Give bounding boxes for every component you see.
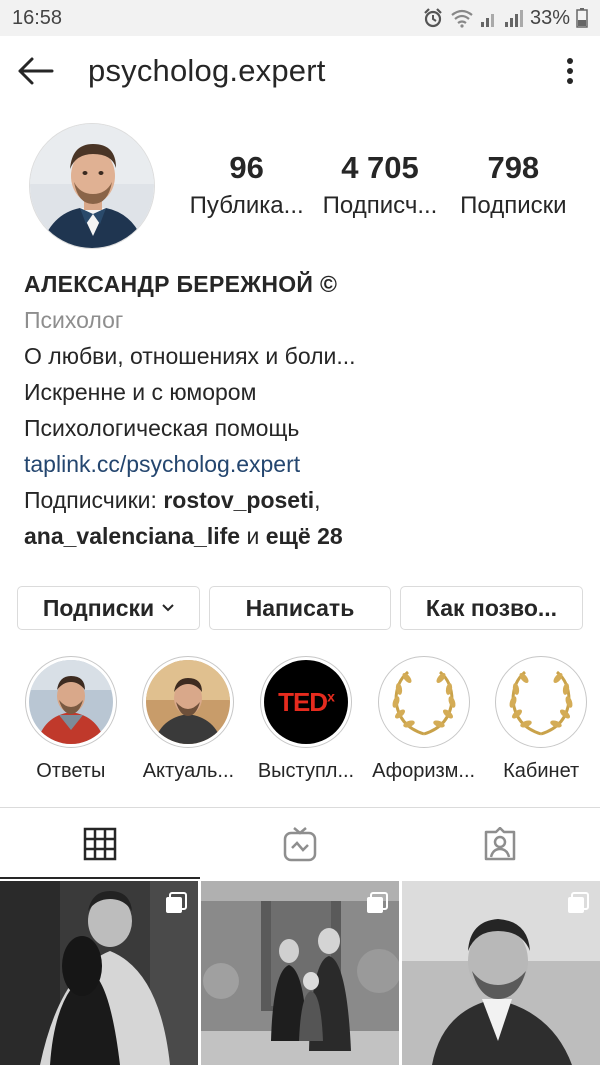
message-button-label: Написать bbox=[245, 594, 355, 621]
header-username: psycholog.expert bbox=[88, 53, 326, 88]
profile-header: psycholog.expert bbox=[0, 36, 600, 106]
highlight-ring: TEDx bbox=[259, 656, 352, 748]
highlight-label: Выступл... bbox=[257, 760, 355, 782]
highlight-ring bbox=[495, 656, 588, 748]
back-arrow-icon bbox=[18, 57, 54, 85]
battery-icon bbox=[576, 8, 588, 28]
post-thumbnail[interactable] bbox=[402, 881, 600, 1065]
alarm-icon bbox=[424, 8, 442, 28]
more-vertical-icon bbox=[567, 58, 573, 84]
stat-following-count: 798 bbox=[487, 150, 540, 185]
highlight-cover bbox=[381, 660, 466, 744]
back-button[interactable] bbox=[0, 36, 70, 106]
message-button[interactable]: Написать bbox=[209, 586, 391, 630]
profile-actions: Подписки Написать Как позво... bbox=[17, 586, 583, 630]
stat-followers-count: 4 705 bbox=[341, 150, 419, 185]
profile-stats: 96 Публика... 4 705 Подписч... 798 Подпи… bbox=[180, 148, 580, 224]
story-highlights: Ответы Актуаль... TEDx Выступл... Афориз… bbox=[12, 656, 600, 783]
followed-by-prefix: Подписчики: bbox=[24, 487, 164, 513]
avatar-photo bbox=[30, 124, 154, 248]
wifi-icon bbox=[451, 9, 473, 28]
bio-line: О любви, отношениях и боли... bbox=[24, 343, 356, 369]
post-thumbnail[interactable] bbox=[201, 881, 399, 1065]
followed-by-separator: , bbox=[314, 487, 321, 513]
stat-following-label: Подписки bbox=[460, 192, 567, 219]
profile-full-name: АЛЕКСАНДР БЕРЕЖНОЙ © bbox=[24, 271, 338, 297]
tagged-icon bbox=[484, 826, 516, 860]
status-time: 16:58 bbox=[12, 6, 63, 29]
highlight-item[interactable]: Афоризм... bbox=[365, 656, 483, 783]
highlight-cover bbox=[146, 660, 231, 744]
tab-tagged[interactable] bbox=[400, 808, 600, 879]
highlight-label: Актуаль... bbox=[142, 760, 235, 782]
highlight-ring bbox=[377, 656, 470, 748]
multiple-photos-icon bbox=[166, 892, 187, 913]
contact-button[interactable]: Как позво... bbox=[400, 586, 583, 630]
stat-followers[interactable]: 4 705 Подписч... bbox=[313, 148, 446, 224]
tab-posts-grid[interactable] bbox=[0, 808, 200, 879]
highlight-cover bbox=[28, 660, 113, 744]
contact-button-label: Как позво... bbox=[425, 594, 558, 621]
more-options-button[interactable] bbox=[540, 36, 600, 106]
profile-avatar[interactable] bbox=[29, 123, 155, 249]
chevron-down-icon bbox=[162, 604, 174, 612]
signal-icon bbox=[480, 14, 494, 27]
igtv-icon bbox=[283, 826, 317, 861]
profile-category: Психолог bbox=[24, 307, 124, 333]
followed-by-and: и bbox=[240, 523, 266, 549]
following-button[interactable]: Подписки bbox=[17, 586, 200, 630]
multiple-photos-icon bbox=[568, 892, 589, 913]
highlight-item[interactable]: Актуаль... bbox=[130, 656, 248, 783]
bio-website-link[interactable]: taplink.cc/psycholog.expert bbox=[24, 446, 584, 482]
grid-icon bbox=[83, 827, 117, 860]
bio-line: Искренне и с юмором bbox=[24, 379, 257, 405]
highlight-label: Кабинет bbox=[503, 760, 580, 782]
highlight-ring bbox=[24, 656, 117, 748]
battery-percent: 33% bbox=[529, 6, 570, 29]
stat-posts[interactable]: 96 Публика... bbox=[180, 148, 313, 224]
highlight-item[interactable]: Ответы bbox=[12, 656, 130, 783]
followed-by-more: ещё 28 bbox=[265, 523, 343, 549]
highlight-label: Афоризм... bbox=[372, 760, 476, 782]
ted-logo: TEDx bbox=[278, 686, 335, 717]
followed-by-user: rostov_poseti bbox=[163, 487, 315, 513]
highlight-label: Ответы bbox=[36, 760, 106, 782]
laurel-wreath-icon bbox=[392, 670, 456, 736]
highlight-ring bbox=[142, 656, 235, 748]
multiple-photos-icon bbox=[367, 892, 388, 913]
followed-by[interactable]: Подписчики: rostov_poseti, ana_valenciana… bbox=[24, 482, 584, 554]
stat-posts-label: Публика... bbox=[189, 192, 304, 219]
following-button-label: Подписки bbox=[42, 594, 155, 621]
signal-icon bbox=[504, 10, 523, 27]
post-thumbnail[interactable] bbox=[0, 881, 198, 1065]
tab-igtv[interactable] bbox=[200, 808, 400, 879]
profile-tab-bar bbox=[0, 807, 600, 879]
laurel-wreath-icon bbox=[509, 670, 573, 736]
highlight-cover bbox=[499, 660, 584, 744]
stat-posts-count: 96 bbox=[229, 150, 264, 185]
status-bar: 16:58 33% bbox=[0, 0, 600, 36]
stat-following[interactable]: 798 Подписки bbox=[447, 148, 580, 224]
posts-grid bbox=[0, 881, 600, 1065]
stat-followers-label: Подписч... bbox=[322, 192, 438, 219]
status-icons: 33% bbox=[422, 7, 588, 30]
highlight-item[interactable]: Кабинет bbox=[482, 656, 600, 783]
bio-line: Психологическая помощь bbox=[24, 415, 300, 441]
highlight-item[interactable]: TEDx Выступл... bbox=[247, 656, 365, 783]
followed-by-user: ana_valenciana_life bbox=[24, 523, 241, 549]
highlight-cover: TEDx bbox=[263, 660, 348, 744]
profile-bio: АЛЕКСАНДР БЕРЕЖНОЙ © Психолог О любви, о… bbox=[24, 266, 584, 554]
